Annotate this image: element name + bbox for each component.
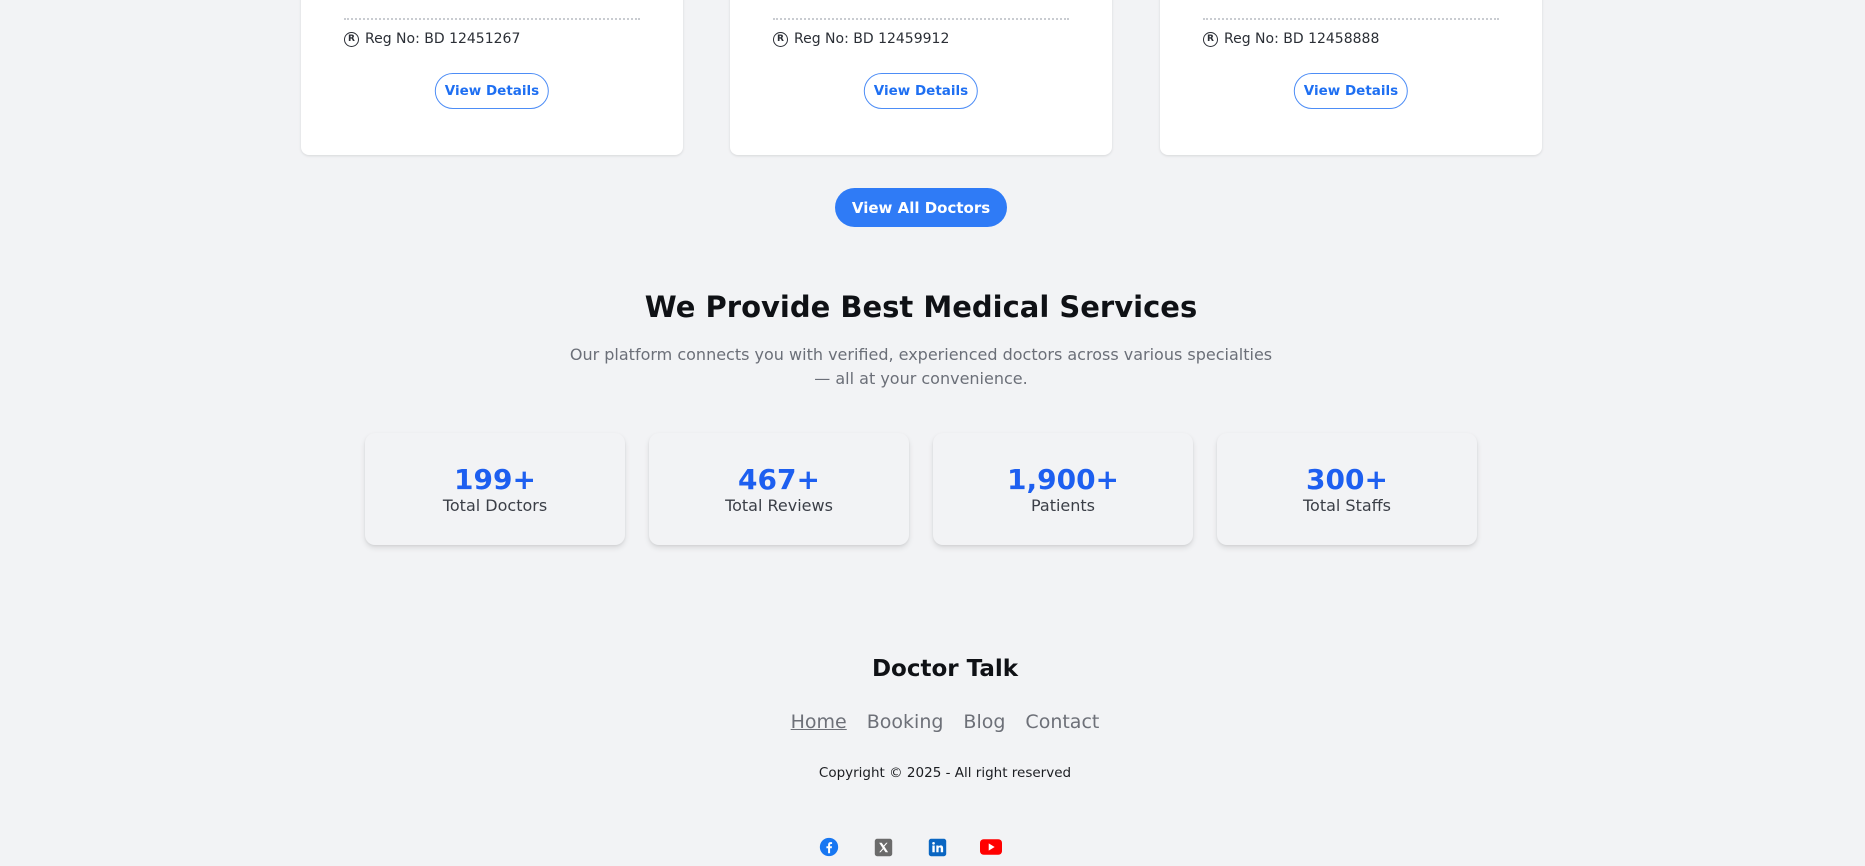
reg-number-text: Reg No: BD 12459912 xyxy=(794,31,950,47)
x-twitter-icon[interactable] xyxy=(872,836,894,858)
footer-link-blog[interactable]: Blog xyxy=(963,711,1005,733)
services-subtitle: Our platform connects you with verified,… xyxy=(569,345,1273,388)
social-links xyxy=(818,836,1002,858)
doctor-card: R Reg No: BD 12451267 View Details xyxy=(301,0,683,155)
footer-brand: Doctor Talk xyxy=(871,656,1019,682)
divider xyxy=(1203,18,1499,20)
divider xyxy=(773,18,1069,20)
view-details-button[interactable]: View Details xyxy=(434,73,550,109)
stat-card: 199+ Total Doctors xyxy=(365,433,625,545)
stat-value: 467+ xyxy=(738,463,820,496)
divider xyxy=(344,18,640,20)
stat-label: Patients xyxy=(1030,496,1096,515)
stat-card: 300+ Total Staffs xyxy=(1217,433,1477,545)
stat-value: 300+ xyxy=(1306,463,1388,496)
registered-icon: R xyxy=(1203,31,1218,47)
stat-card: 467+ Total Reviews xyxy=(649,433,909,545)
footer-link-home[interactable]: Home xyxy=(791,711,847,733)
youtube-icon[interactable] xyxy=(980,836,1002,858)
reg-number-text: Reg No: BD 12458888 xyxy=(1224,31,1380,47)
reg-number: R Reg No: BD 12459912 xyxy=(773,31,949,47)
page: R Reg No: BD 12451267 View Details R Reg… xyxy=(0,0,1865,866)
stat-value: 1,900+ xyxy=(1006,463,1120,496)
registered-icon: R xyxy=(773,31,788,47)
reg-number: R Reg No: BD 12458888 xyxy=(1203,31,1379,47)
reg-number-text: Reg No: BD 12451267 xyxy=(365,31,521,47)
stat-label: Total Staffs xyxy=(1302,496,1392,515)
facebook-icon[interactable] xyxy=(818,836,840,858)
copyright: Copyright © 2025 - All right reserved xyxy=(818,765,1072,781)
services-title: We Provide Best Medical Services xyxy=(644,290,1198,324)
footer-nav: Home Booking Blog Contact xyxy=(0,711,1865,733)
view-all-doctors-button[interactable]: View All Doctors xyxy=(835,188,1007,227)
footer-link-booking[interactable]: Booking xyxy=(867,711,944,733)
stat-card: 1,900+ Patients xyxy=(933,433,1193,545)
stat-label: Total Doctors xyxy=(442,496,548,515)
stat-value: 199+ xyxy=(454,463,536,496)
reg-number: R Reg No: BD 12451267 xyxy=(344,31,520,47)
linkedin-icon[interactable] xyxy=(926,836,948,858)
view-details-button[interactable]: View Details xyxy=(863,73,979,109)
view-details-button[interactable]: View Details xyxy=(1293,73,1409,109)
registered-icon: R xyxy=(344,31,359,47)
stat-label: Total Reviews xyxy=(725,496,833,515)
footer-link-contact[interactable]: Contact xyxy=(1025,711,1099,733)
doctor-card: R Reg No: BD 12458888 View Details xyxy=(1160,0,1542,155)
doctor-card: R Reg No: BD 12459912 View Details xyxy=(730,0,1112,155)
